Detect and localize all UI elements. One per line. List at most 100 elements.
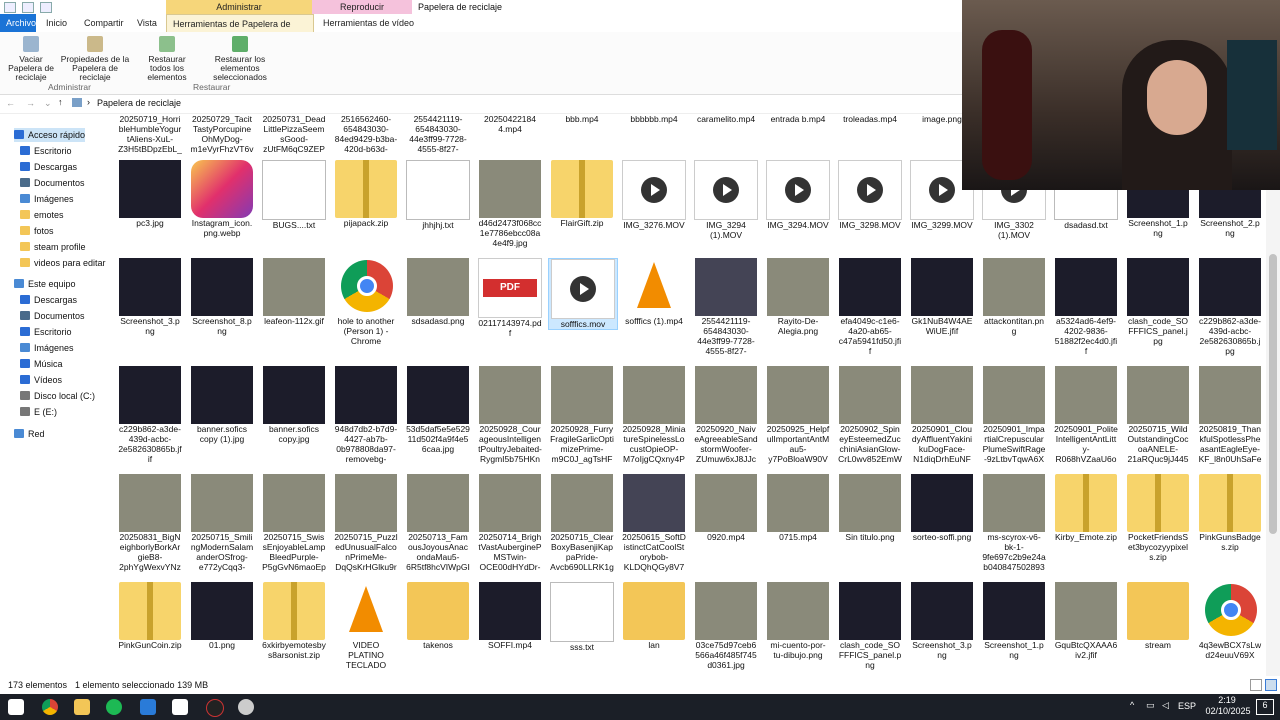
file-item[interactable]: IMG_3294 (1).MOV [692, 160, 760, 240]
file-item[interactable]: attackontitan.png [980, 258, 1048, 336]
details-view-icon[interactable] [1250, 679, 1262, 691]
nav-item[interactable]: Música [20, 357, 63, 371]
file-item[interactable]: 4q3ewBCX7sLwd24euuV69X [1196, 582, 1264, 660]
file-item[interactable]: c229b862-a3de-439d-acbc-2e582630865b.jfi… [116, 366, 184, 464]
up-icon[interactable]: ↑ [58, 97, 63, 107]
nav-item[interactable]: videos para editar [20, 256, 106, 270]
file-item[interactable]: Instagram_icon.png.webp [188, 160, 256, 238]
file-item[interactable]: 20250715_PuzzledUnusualFalconPrimeMe-DqQ… [332, 474, 400, 572]
tab-share[interactable]: Compartir [78, 14, 130, 32]
file-item[interactable]: hole to another (Person 1) - Chrome [332, 258, 400, 346]
large-icons-view-icon[interactable] [1265, 679, 1277, 691]
file-item[interactable]: PocketFriendsSet3bycozyypixels.zip [1124, 474, 1192, 562]
file-item[interactable]: sss.txt [548, 582, 616, 652]
file-item[interactable]: pc3.jpg [116, 160, 184, 228]
nav-item[interactable]: Escritorio [20, 144, 72, 158]
nav-item[interactable]: emotes [20, 208, 64, 222]
tab-recycle-tools[interactable]: Herramientas de Papelera de reciclaje [166, 14, 314, 47]
file-item[interactable]: 2554421119-654843030-44e3ff99-7728-4555-… [692, 258, 760, 356]
file-item[interactable]: 20250422184 4.mp4 [476, 114, 544, 134]
nav-item[interactable]: Escritorio [20, 325, 72, 339]
file-item[interactable]: 20250714_BrightVastAuberginePMSTwin-OCE0… [476, 474, 544, 572]
file-item[interactable]: stream [1124, 582, 1192, 650]
nav-item[interactable]: steam profile [20, 240, 86, 254]
file-item[interactable]: a5324ad6-4ef9-4202-9836-51882f2ec4d0.jfi… [1052, 258, 1120, 356]
file-item[interactable]: FlairGift.zip [548, 160, 616, 228]
file-item[interactable]: Screenshot_1.png [980, 582, 1048, 660]
save-icon[interactable] [4, 2, 16, 13]
new-folder-icon[interactable] [40, 2, 52, 13]
restore-all-button[interactable]: Restaurar todos los elementos [138, 36, 196, 82]
nav-item[interactable]: Descargas [20, 160, 77, 174]
file-item[interactable]: Gk1NuB4W4AEWiUE.jfif [908, 258, 976, 336]
file-item[interactable]: PinkGunCoin.zip [116, 582, 184, 650]
tab-home[interactable]: Inicio [40, 14, 73, 32]
file-item[interactable]: 20250715_WildOutstandingCocoaANELE-21aRQ… [1124, 366, 1192, 464]
nav-item[interactable]: Disco local (C:) [20, 389, 95, 403]
file-item[interactable]: 20250928_MiniatureSpinelessLocustOpieOP-… [620, 366, 688, 464]
forward-icon[interactable]: → [26, 98, 35, 108]
file-item[interactable]: Rayito-De-Alegia.png [764, 258, 832, 336]
file-item[interactable]: PDF 02117143974.pdf [476, 258, 544, 338]
file-item[interactable]: d46d2473f068cc1e7786ebcc08a4e4f9.jpg [476, 160, 544, 248]
file-item[interactable]: GquBtcQXAAA6iv2.jfif [1052, 582, 1120, 660]
file-item[interactable]: 20250928_CourageousIntelligentPoultryJeb… [476, 366, 544, 464]
nav-item[interactable]: Documentos [20, 309, 85, 323]
restore-selected-button[interactable]: Restaurar los elementos seleccionados [198, 36, 282, 82]
file-item[interactable]: 2516562460-654843030-84ed9429-b3ba-420d-… [332, 114, 400, 154]
file-item[interactable]: c229b862-a3de-439d-acbc-2e582630865b.jpg [1196, 258, 1264, 356]
file-item[interactable]: leafeon-112x.gif [260, 258, 328, 326]
tab-video-tools[interactable]: Herramientas de vídeo [317, 14, 420, 32]
file-item[interactable]: 20250901_CloudyAffluentYakinikuDogFace-N… [908, 366, 976, 464]
file-item[interactable]: 20250715_ClearBoxyBasenjiKappaPride-Avcb… [548, 474, 616, 572]
obs-icon[interactable] [172, 699, 188, 715]
file-item[interactable]: ms-scyrox-v6-bk-1-9fe697c2b9e24ab0408475… [980, 474, 1048, 572]
file-item[interactable]: 20250831_BigNeighborlyBorkArgieB8-2phYgW… [116, 474, 184, 572]
file-item[interactable]: banner.sofics copy (1).jpg [188, 366, 256, 444]
file-item[interactable]: BUGS....txt [260, 160, 328, 230]
nav-item[interactable]: Este equipo [14, 277, 76, 291]
file-explorer-icon[interactable] [74, 699, 90, 715]
file-item[interactable]: 03ce75d97ceb6566a46f485f745d0361.jpg [692, 582, 760, 670]
file-item[interactable]: Sin titulo.png [836, 474, 904, 542]
file-item[interactable]: sofffics.mov [548, 258, 618, 330]
spotify-icon[interactable] [106, 699, 122, 715]
file-item[interactable]: troleadas.mp4 [836, 114, 904, 124]
file-item[interactable]: sorteo-soffi.png [908, 474, 976, 542]
file-item[interactable]: IMG_3276.MOV [620, 160, 688, 230]
tray-chevron-icon[interactable]: ^ [1130, 700, 1134, 710]
file-item[interactable]: 20250715_SwissEnjoyableLampBleedPurple-P… [260, 474, 328, 572]
notification-badge[interactable]: 6 [1256, 699, 1274, 715]
file-item[interactable]: 6xkirbyemotesbys8arsonist.zip [260, 582, 328, 660]
file-item[interactable]: 20250920_NaiveAgreeableSandstormWoofer-Z… [692, 366, 760, 464]
start-icon[interactable] [8, 699, 24, 715]
file-item[interactable]: 20250731_DeadLittlePizzaSeemsGood-zUtFM6… [260, 114, 328, 154]
file-item[interactable]: takenos [404, 582, 472, 650]
file-item[interactable]: 20250719_HorribleHumbleYogurtAliens-XuL-… [116, 114, 184, 154]
file-item[interactable]: sofffics (1).mp4 [620, 258, 688, 326]
file-item[interactable]: clash_code_SOFFFICS_panel.png [836, 582, 904, 670]
nav-item[interactable]: Acceso rápido [14, 128, 86, 142]
file-item[interactable]: 01.png [188, 582, 256, 650]
network-icon[interactable]: ▭ [1146, 700, 1155, 711]
file-item[interactable]: SOFFI.mp4 [476, 582, 544, 650]
nav-item[interactable]: Descargas [20, 293, 77, 307]
file-item[interactable]: 20250715_SmilingModernSalamanderOSfrog-e… [188, 474, 256, 572]
file-item[interactable]: Screenshot_3.png [908, 582, 976, 660]
file-item[interactable]: efa4049c-c1e6-4a20-ab65-c47a5941fd50.jfi… [836, 258, 904, 356]
file-item[interactable]: sdsadasd.png [404, 258, 472, 326]
scrollbar-thumb[interactable] [1269, 254, 1277, 534]
app-icon[interactable] [140, 699, 156, 715]
nav-item[interactable]: Red [14, 427, 45, 441]
nav-item[interactable]: Documentos [20, 176, 85, 190]
file-item[interactable]: 20250928_FurryFragileGarlicOptimizePrime… [548, 366, 616, 464]
nav-item[interactable]: fotos [20, 224, 54, 238]
file-item[interactable]: 2554421119-654843030-44e3ff99-7728-4555-… [404, 114, 472, 154]
nav-item[interactable]: Imágenes [20, 341, 74, 355]
tab-view[interactable]: Vista [131, 14, 163, 32]
nav-item[interactable]: Vídeos [20, 373, 62, 387]
recent-icon[interactable]: ⌄ [44, 98, 52, 109]
scrollbar[interactable] [1266, 114, 1280, 676]
file-item[interactable]: VIDEO PLATINO TECLADO [332, 582, 400, 670]
file-item[interactable]: bbb.mp4 [548, 114, 616, 124]
